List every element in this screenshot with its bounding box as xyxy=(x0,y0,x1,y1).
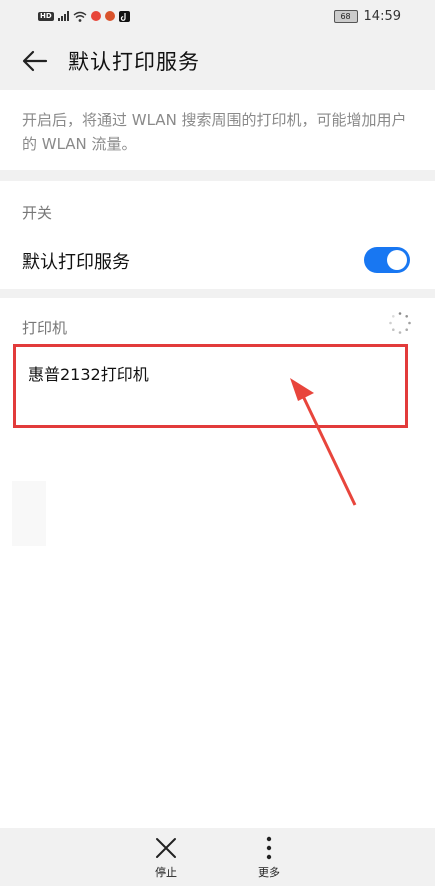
bottom-action-bar: 停止 更多 xyxy=(0,828,435,886)
status-icons-right: 68 14:59 xyxy=(333,8,435,24)
app-header: 默认打印服务 xyxy=(0,32,435,90)
app-notification-icon xyxy=(90,11,101,21)
background-artifact xyxy=(12,481,46,546)
stop-label: 停止 xyxy=(155,866,177,879)
printers-section-label: 打印机 xyxy=(22,319,68,337)
switch-section-label: 开关 xyxy=(22,204,53,222)
toggle-knob xyxy=(387,250,407,270)
switch-card: 开关 默认打印服务 xyxy=(0,181,435,289)
status-icons-left: HD xyxy=(0,10,130,22)
back-arrow-icon xyxy=(22,50,48,72)
cell-signal-icon xyxy=(57,11,69,21)
more-vertical-icon xyxy=(266,836,272,860)
battery-icon: 68 xyxy=(333,9,358,23)
close-icon xyxy=(156,838,176,858)
wifi-icon xyxy=(73,11,87,22)
app-notification-icon xyxy=(104,11,115,21)
hd-badge-icon: HD xyxy=(38,11,54,21)
back-button[interactable] xyxy=(20,46,50,76)
description-text: 开启后，将通过 WLAN 搜索周围的打印机，可能增加用户的 WLAN 流量。 xyxy=(22,111,407,153)
status-time: 14:59 xyxy=(363,8,401,24)
page-title: 默认打印服务 xyxy=(68,50,200,74)
loading-spinner-icon xyxy=(389,312,411,334)
stop-button[interactable]: 停止 xyxy=(136,836,196,884)
tiktok-icon xyxy=(118,10,130,22)
printer-name: 惠普2132打印机 xyxy=(28,365,149,384)
default-print-service-toggle[interactable] xyxy=(364,247,410,273)
more-label: 更多 xyxy=(258,866,280,879)
printer-list-item[interactable]: 惠普2132打印机 xyxy=(13,344,408,428)
more-button[interactable]: 更多 xyxy=(239,836,299,884)
default-print-service-label: 默认打印服务 xyxy=(22,252,130,273)
description-card: 开启后，将通过 WLAN 搜索周围的打印机，可能增加用户的 WLAN 流量。 xyxy=(0,90,435,170)
status-bar: HD 68 14:59 xyxy=(0,0,435,32)
